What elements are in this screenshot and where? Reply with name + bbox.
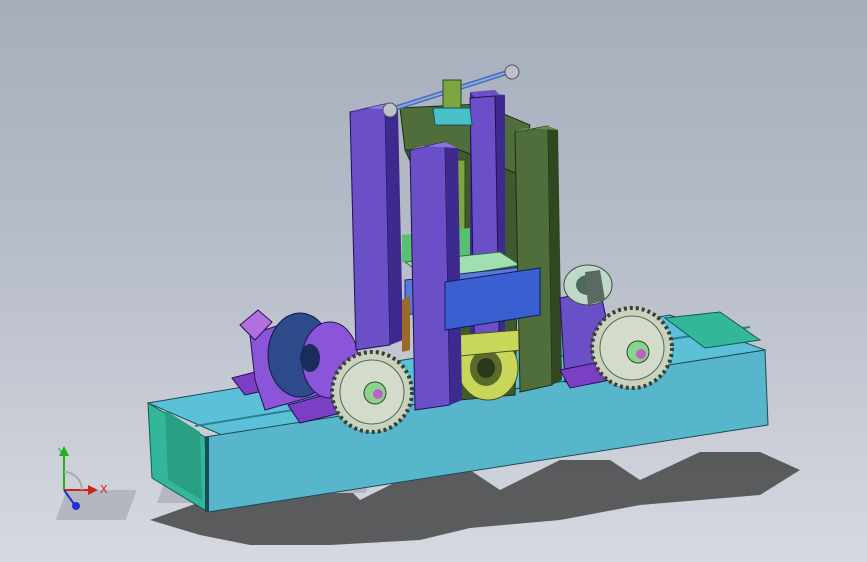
right-gear[interactable] bbox=[590, 306, 674, 390]
z-axis-arrow-icon bbox=[72, 502, 80, 510]
coordinate-triad: Y X bbox=[57, 446, 108, 510]
column-right-front[interactable] bbox=[514, 125, 562, 393]
left-gear[interactable] bbox=[330, 350, 414, 434]
z-axis-line bbox=[63, 489, 75, 505]
column-left-back[interactable] bbox=[349, 103, 403, 351]
x-axis-label: X bbox=[100, 483, 108, 496]
cad-model-scene[interactable] bbox=[0, 0, 867, 562]
x-axis-arrow-icon bbox=[88, 485, 98, 495]
column-left-front[interactable] bbox=[409, 141, 462, 411]
graphics-viewport[interactable]: Y X bbox=[0, 0, 867, 562]
y-axis-label: Y bbox=[57, 446, 65, 459]
